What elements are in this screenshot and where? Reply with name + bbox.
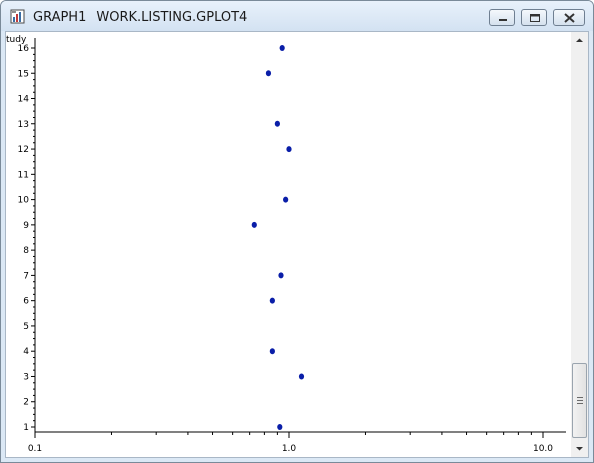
y-tick-label: 5 <box>23 322 29 332</box>
y-tick-label: 1 <box>23 423 29 433</box>
y-tick-label: 4 <box>23 347 29 357</box>
window-title: GRAPH1 WORK.LISTING.GPLOT4 <box>33 10 247 25</box>
maximize-button[interactable] <box>521 9 547 26</box>
y-tick-label: 9 <box>23 221 29 231</box>
data-point <box>278 272 284 279</box>
data-point <box>269 297 275 304</box>
y-tick-label: 14 <box>18 95 30 105</box>
data-point <box>298 373 305 380</box>
scatter-plot: tudy 123456789101112131415160.1 1.0 10.0 <box>6 35 566 454</box>
close-icon <box>564 13 575 23</box>
minimize-icon <box>499 19 507 21</box>
grip-line <box>577 397 583 398</box>
x-tick-label: 1.0 <box>282 444 297 454</box>
x-tick-label: 0.1 <box>28 444 42 454</box>
close-button[interactable] <box>553 9 585 26</box>
grip-line <box>577 400 583 401</box>
y-tick-label: 15 <box>18 69 29 79</box>
data-point <box>286 146 292 153</box>
data-point <box>251 221 257 228</box>
vertical-scrollbar[interactable] <box>571 32 588 457</box>
maximize-icon <box>530 14 540 22</box>
y-tick-label: 3 <box>23 372 29 382</box>
grip-line <box>577 403 583 404</box>
y-tick-label: 11 <box>18 170 29 180</box>
y-tick-label: 13 <box>18 120 29 130</box>
graph-client-area: tudy 1 2 3 4 5 6 7 8 9 10 11 12 13 14 15 16 0.1 1.0 10.0 <box>5 31 589 458</box>
scrollbar-thumb[interactable] <box>572 363 587 438</box>
title-bar[interactable]: GRAPH1 WORK.LISTING.GPLOT4 <box>1 1 593 31</box>
data-point <box>279 45 285 51</box>
graph-window: GRAPH1 WORK.LISTING.GPLOT4 tudy 123456789… <box>0 0 594 463</box>
y-tick-label: 16 <box>18 44 30 54</box>
window-title-main: GRAPH1 <box>33 10 87 25</box>
y-tick-label: 10 <box>18 196 30 206</box>
window-title-sub: WORK.LISTING.GPLOT4 <box>96 10 248 25</box>
data-point <box>283 196 289 203</box>
minimize-button[interactable] <box>489 9 515 26</box>
x-tick-label: 10.0 <box>533 444 553 454</box>
y-tick-label: 8 <box>23 246 29 256</box>
y-tick-label: 12 <box>18 145 29 155</box>
scroll-down-arrow-icon[interactable] <box>571 440 588 457</box>
y-tick-label: 6 <box>23 297 29 307</box>
data-point <box>274 120 280 127</box>
y-tick-label: 7 <box>23 271 29 281</box>
y-tick-label: 2 <box>23 398 29 408</box>
data-point <box>277 424 283 430</box>
data-point <box>269 348 275 355</box>
graph-app-icon <box>10 9 25 24</box>
scroll-up-arrow-icon[interactable] <box>571 32 588 49</box>
data-point <box>265 70 272 77</box>
